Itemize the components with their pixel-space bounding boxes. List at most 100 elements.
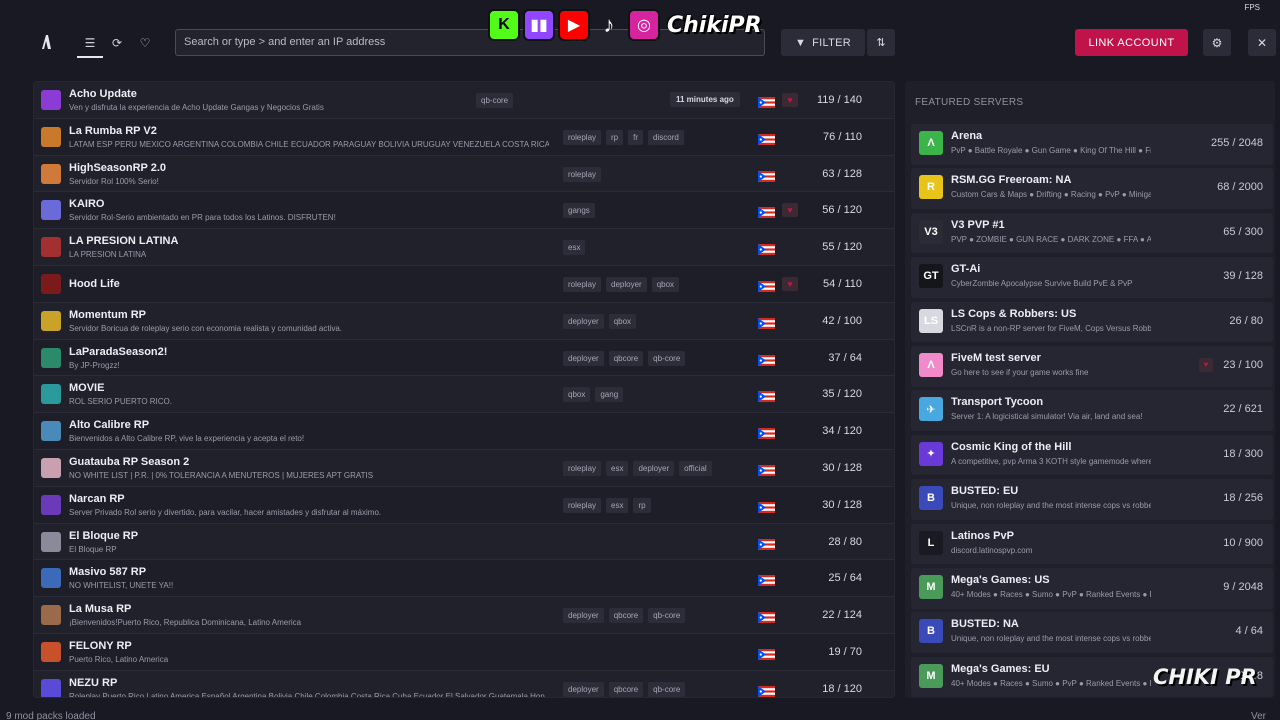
server-icon	[41, 457, 61, 478]
featured-server-row[interactable]: Λ Arena PvP ● Battle Royale ● Gun Game ● K…	[911, 124, 1273, 165]
server-row[interactable]: MOVIE ROL SERIO PUERTO RICO. qbox gang 35 / …	[34, 376, 894, 414]
server-row[interactable]: KAIRO Servidor Rol-Serio ambientado en PR…	[34, 192, 894, 230]
server-icon	[41, 310, 61, 331]
featured-server-name: FiveM test server	[951, 351, 1041, 364]
featured-player-count: 10 / 900	[1223, 536, 1263, 549]
featured-server-row[interactable]: L Latinos PvP discord.latinospvp.com 10 / 9…	[911, 523, 1273, 565]
server-tag: deployer	[563, 608, 604, 624]
youtube-icon: ▶	[558, 9, 590, 41]
featured-server-row[interactable]: B BUSTED: NA Unique, non roleplay and the …	[911, 612, 1273, 653]
server-tags: roleplay esx rp	[563, 497, 651, 513]
featured-server-icon: V3	[919, 219, 943, 244]
server-tags: deployer qbox	[563, 313, 637, 329]
featured-server-name: Latinos PvP	[951, 529, 1014, 542]
brand-name: ChikiPR	[667, 12, 762, 38]
server-icon	[41, 494, 61, 515]
server-row[interactable]: Momentum RP Servidor Boricua de roleplay …	[34, 302, 894, 340]
featured-server-row[interactable]: M Mega's Games: US 40+ Modes ● Races ● Sum…	[911, 567, 1273, 609]
boost-heart-icon: ♥	[782, 276, 798, 291]
featured-server-description: Go here to see if your game works fine	[951, 367, 1089, 377]
sort-icon[interactable]: ⇅	[867, 29, 895, 56]
featured-server-row[interactable]: ✈ Transport Tycoon Server 1: A logicistica…	[911, 390, 1273, 431]
server-row[interactable]: LA PRESION LATINA LA PRESION LATINA esx 55 …	[34, 229, 894, 266]
link-account-button[interactable]: LINK ACCOUNT	[1075, 29, 1188, 56]
featured-player-count: 18 / 300	[1223, 447, 1263, 460]
filter-button[interactable]: ▼ FILTER	[781, 29, 865, 56]
filter-icon: ▼	[794, 36, 807, 49]
puerto-rico-flag-icon	[758, 205, 775, 219]
server-tag: roleplay	[563, 166, 602, 182]
featured-server-description: Custom Cars & Maps ● Drifting ● Racing ●…	[951, 190, 1151, 200]
server-row[interactable]: Narcan RP Server Privado Rol serio y dive…	[34, 486, 894, 524]
server-tags: roleplay deployer qbox	[563, 276, 680, 292]
server-icon	[41, 678, 61, 697]
featured-server-icon: L	[919, 530, 943, 555]
fivem-logo[interactable]	[36, 32, 56, 52]
server-name: Narcan RP	[69, 492, 125, 505]
server-tag: gangs	[563, 203, 595, 219]
puerto-rico-flag-icon	[758, 500, 775, 513]
server-tag: qb-core	[476, 93, 514, 108]
server-name: KAIRO	[69, 198, 105, 211]
featured-server-row[interactable]: GT GT-Ai CyberZombie Apocalypse Survive Bu…	[911, 257, 1273, 298]
server-description: Puerto Rico, Latino America	[69, 654, 169, 664]
server-description: ROL SERIO PUERTO RICO.	[69, 397, 172, 407]
favorites-heart-icon[interactable]: ♡	[134, 32, 156, 54]
featured-server-row[interactable]: R RSM.GG Freeroam: NA Custom Cars & Maps ●…	[911, 168, 1273, 209]
puerto-rico-flag-icon	[758, 426, 775, 440]
featured-list: Λ Arena PvP ● Battle Royale ● Gun Game ● K…	[911, 124, 1273, 698]
server-tag: roleplay	[563, 497, 602, 513]
server-row[interactable]: FELONY RP Puerto Rico, Latino America 19 /…	[34, 633, 894, 671]
server-name: Hood Life	[69, 277, 120, 290]
player-count: 30 / 128	[822, 498, 862, 511]
list-view-icon[interactable]: ☰	[77, 32, 103, 58]
server-name: Masivo 587 RP	[69, 566, 147, 579]
server-tag: deployer	[633, 460, 675, 476]
server-tags: qbox gang	[563, 387, 624, 403]
server-icon	[41, 200, 61, 221]
server-row[interactable]: Acho Update Ven y disfruta la experiencia…	[34, 82, 894, 119]
featured-player-count: 4 / 64	[1235, 625, 1263, 638]
server-row[interactable]: La Musa RP ¡Bienvenidos!Puerto Rico, Repu…	[34, 597, 894, 634]
server-name: Acho Update	[69, 88, 137, 100]
player-count: 25 / 64	[828, 572, 862, 585]
puerto-rico-flag-icon	[758, 463, 775, 476]
featured-server-description: PVP ● ZOMBIE ● GUN RACE ● DARK ZONE ● FF…	[951, 234, 1151, 244]
server-tag: rp	[606, 129, 624, 145]
server-tag: deployer	[563, 681, 604, 697]
featured-server-row[interactable]: LS LS Cops & Robbers: US LSCnR is a non-RP…	[911, 301, 1273, 343]
server-row[interactable]: Hood Life roleplay deployer qbox ♥ 54 / 110	[34, 265, 894, 303]
server-tag: discord	[648, 129, 684, 145]
server-row[interactable]: LaParadaSeason2! By JP-Progzz! deployer qbc…	[34, 339, 894, 377]
featured-server-row[interactable]: Λ FiveM test server Go here to see if your…	[911, 345, 1273, 387]
featured-server-row[interactable]: V3 V3 PVP #1 PVP ● ZOMBIE ● GUN RACE ● DAR…	[911, 212, 1273, 254]
server-row[interactable]: Masivo 587 RP NO WHITELIST, UNETE YA!! 25 …	[34, 560, 894, 598]
featured-server-row[interactable]: B BUSTED: EU Unique, non roleplay and the …	[911, 479, 1273, 520]
puerto-rico-flag-icon	[758, 610, 775, 624]
settings-gear-icon[interactable]: ⚙	[1203, 29, 1231, 56]
featured-server-name: LS Cops & Robbers: US	[951, 307, 1077, 320]
boost-heart-icon: ♥	[782, 203, 798, 218]
boost-heart-icon: ♥	[782, 93, 798, 107]
server-icon	[41, 384, 61, 405]
server-row[interactable]: HighSeasonRP 2.0 Servidor Rol 100% Serio!…	[34, 155, 894, 193]
server-icon	[41, 90, 61, 110]
puerto-rico-flag-icon	[758, 132, 775, 145]
history-icon[interactable]: ⟳	[106, 32, 128, 54]
server-tag: roleplay	[563, 460, 602, 476]
close-icon[interactable]: ✕	[1248, 29, 1276, 56]
server-row[interactable]: NEZU RP Roleplay Puerto Rico Latino Ameri…	[34, 670, 894, 697]
tiktok-icon: ♪	[603, 12, 615, 37]
featured-player-count: 9 / 2048	[1223, 580, 1263, 593]
server-row[interactable]: El Bloque RP El Bloque RP 28 / 80	[34, 523, 894, 561]
featured-player-count: 22 / 621	[1223, 403, 1263, 416]
player-count: 76 / 110	[823, 130, 862, 143]
server-row[interactable]: Alto Calibre RP Bienvenidos a Alto Calibr…	[34, 413, 894, 450]
featured-server-row[interactable]: ✦ Cosmic King of the Hill A competitive, p…	[911, 434, 1273, 476]
server-description: Servidor Boricua de roleplay serio con e…	[69, 323, 343, 333]
server-row[interactable]: Guatauba RP Season 2 NO WHITE LIST | P.R.…	[34, 449, 894, 487]
server-row[interactable]: La Rumba RP V2 LATAM ESP PERU MEXICO ARGE…	[34, 118, 894, 156]
server-icon	[41, 237, 61, 258]
server-tags: esx	[563, 240, 586, 256]
server-description: By JP-Progzz!	[69, 360, 120, 370]
